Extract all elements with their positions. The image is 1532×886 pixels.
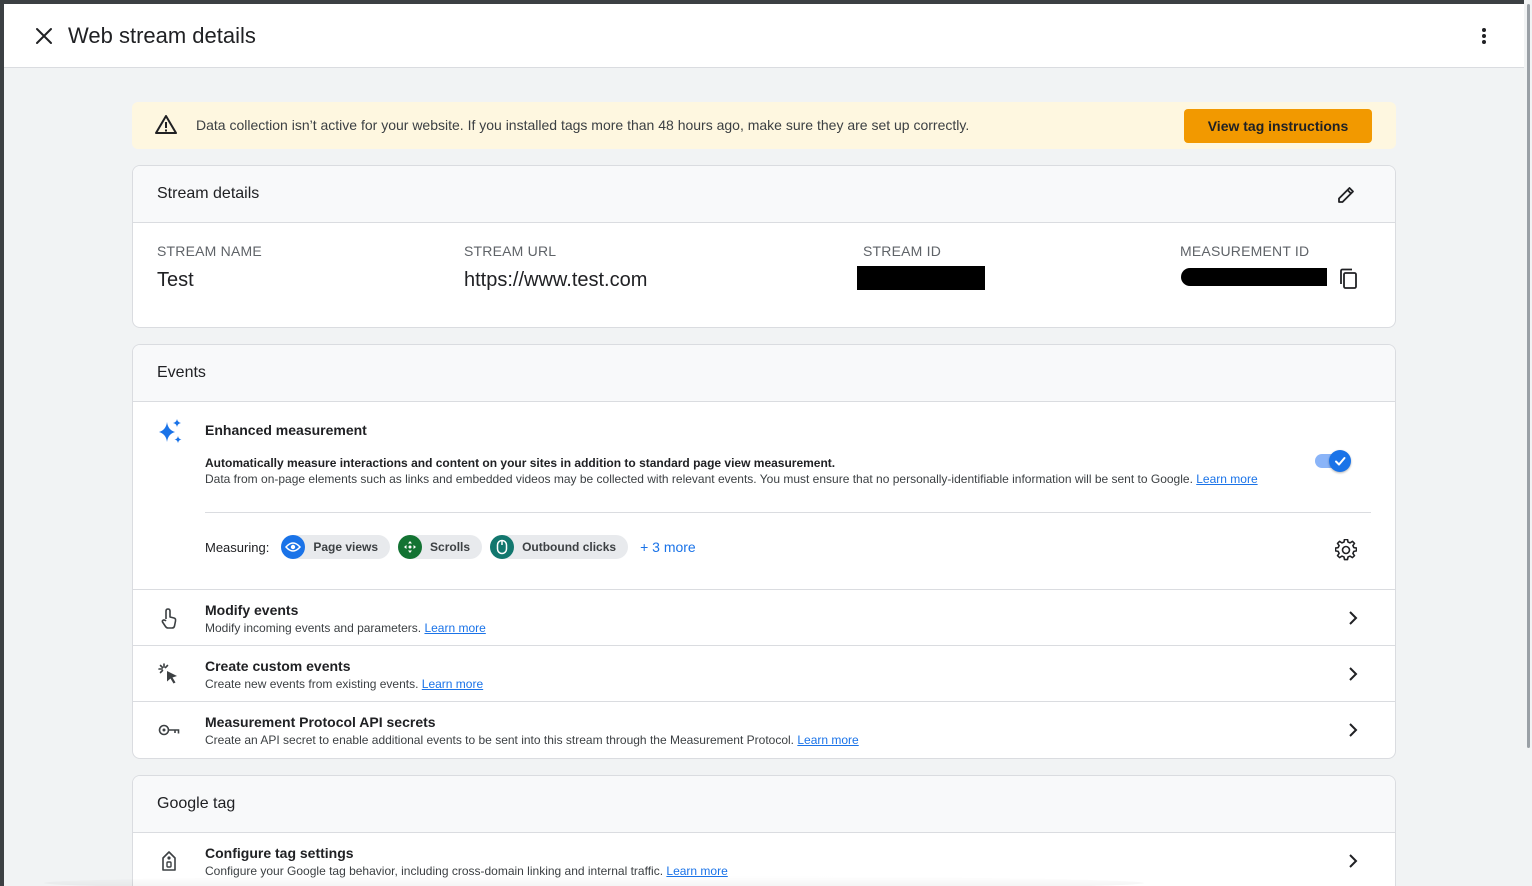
google-tag-title: Google tag: [157, 795, 236, 812]
chip-page-views[interactable]: Page views: [281, 535, 391, 559]
more-vert-icon: [1482, 28, 1486, 44]
create-custom-events-title: Create custom events: [205, 658, 351, 674]
check-icon: [1335, 457, 1346, 466]
stream-url-value: https://www.test.com: [464, 269, 648, 291]
move-icon: [398, 535, 423, 559]
eye-icon: [281, 535, 306, 559]
chevron-right-icon: [1341, 662, 1365, 686]
configure-tag-settings-title: Configure tag settings: [205, 845, 354, 861]
sparkle-cursor-icon: [157, 662, 181, 686]
toggle-knob: [1329, 450, 1351, 472]
warning-icon: [155, 115, 177, 134]
measuring-row: Measuring: Page views Scrolls Outbound c…: [205, 535, 696, 559]
chip-scrolls[interactable]: Scrolls: [398, 535, 483, 559]
stream-name-label: STREAM NAME: [157, 243, 262, 259]
copy-icon: [1340, 268, 1357, 289]
measurement-id-redacted: [1181, 268, 1327, 286]
close-icon: [36, 28, 52, 44]
key-icon: [157, 718, 181, 742]
chip-page-views-label: Page views: [313, 540, 379, 554]
chip-scrolls-label: Scrolls: [430, 540, 471, 554]
close-button[interactable]: [28, 20, 60, 52]
stream-url-field: STREAM URL https://www.test.com: [464, 243, 647, 292]
enhanced-measurement-disclaimer-text: Data from on-page elements such as links…: [205, 472, 1193, 486]
data-collection-warning-banner: Data collection isn’t active for your we…: [132, 102, 1396, 149]
enhanced-measurement-section: Enhanced measurement Automatically measu…: [133, 402, 1395, 590]
stream-details-header: Stream details: [133, 166, 1395, 223]
google-tag-card: Google tag Configure tag settings Config…: [132, 775, 1396, 886]
chevron-right-icon: [1341, 606, 1365, 630]
tag-icon: [157, 849, 181, 873]
more-measurements-link[interactable]: + 3 more: [640, 539, 696, 555]
stream-url-label: STREAM URL: [464, 243, 557, 259]
chip-outbound-clicks-label: Outbound clicks: [522, 540, 617, 554]
create-custom-events-row[interactable]: Create custom events Create new events f…: [133, 646, 1395, 702]
chevron-right-icon: [1341, 718, 1365, 742]
bottom-shadow: [44, 876, 1144, 886]
stream-id-redacted: [857, 266, 985, 290]
stream-details-card: Stream details STREAM NAME Test STREAM U…: [132, 165, 1396, 328]
measurement-id-field: MEASUREMENT ID: [1180, 243, 1309, 259]
modify-events-row[interactable]: Modify events Modify incoming events and…: [133, 590, 1395, 646]
measurement-protocol-secrets-title: Measurement Protocol API secrets: [205, 714, 436, 730]
page-title: Web stream details: [68, 23, 256, 48]
events-card: Events Enhanced measurement Automaticall…: [132, 344, 1396, 759]
sparkle-icon: [159, 419, 182, 443]
enhanced-measurement-settings-button[interactable]: [1333, 537, 1359, 563]
touch-icon: [157, 606, 181, 630]
panel-header: Web stream details: [4, 4, 1524, 68]
stream-id-label: STREAM ID: [863, 243, 942, 259]
stream-id-field: STREAM ID: [863, 243, 941, 259]
copy-measurement-id-button[interactable]: [1336, 266, 1360, 292]
enhanced-measurement-learn-more-link[interactable]: Learn more: [1196, 472, 1257, 486]
measuring-label: Measuring:: [205, 539, 270, 555]
measurement-protocol-learn-more-link[interactable]: Learn more: [797, 733, 858, 747]
enhanced-measurement-summary: Automatically measure interactions and c…: [205, 456, 836, 470]
stream-details-panel: Web stream details Data collection isn’t…: [4, 4, 1524, 886]
enhanced-measurement-disclaimer: Data from on-page elements such as links…: [205, 472, 1295, 487]
stream-details-title: Stream details: [157, 185, 260, 202]
chip-outbound-clicks[interactable]: Outbound clicks: [490, 535, 629, 559]
google-tag-header: Google tag: [133, 776, 1395, 833]
measurement-protocol-secrets-row[interactable]: Measurement Protocol API secrets Create …: [133, 702, 1395, 758]
more-options-button[interactable]: [1468, 20, 1500, 52]
enhanced-measurement-title: Enhanced measurement: [205, 422, 367, 438]
scrollbar-track[interactable]: [1524, 0, 1532, 886]
scrollbar-thumb[interactable]: [1527, 4, 1530, 748]
modify-events-learn-more-link[interactable]: Learn more: [424, 621, 485, 635]
measurement-id-label: MEASUREMENT ID: [1180, 243, 1310, 259]
enhanced-measurement-toggle[interactable]: [1314, 448, 1352, 472]
gear-icon: [1335, 539, 1357, 561]
modify-events-title: Modify events: [205, 602, 299, 618]
events-title: Events: [157, 364, 206, 381]
banner-message: Data collection isn’t active for your we…: [196, 117, 970, 133]
events-header: Events: [133, 345, 1395, 402]
chevron-right-icon: [1341, 849, 1365, 873]
create-custom-events-subtitle: Create new events from existing events. …: [205, 677, 483, 691]
modify-events-subtitle: Modify incoming events and parameters. L…: [205, 621, 486, 635]
stream-name-field: STREAM NAME Test: [157, 243, 262, 292]
view-tag-instructions-button[interactable]: View tag instructions: [1184, 109, 1372, 143]
modify-events-subtitle-text: Modify incoming events and parameters.: [205, 621, 422, 635]
pencil-icon: [1338, 187, 1354, 203]
edit-stream-button[interactable]: [1333, 182, 1359, 208]
measurement-protocol-secrets-subtitle-text: Create an API secret to enable additiona…: [205, 733, 795, 747]
create-custom-events-learn-more-link[interactable]: Learn more: [422, 677, 483, 691]
stream-name-value: Test: [157, 269, 194, 291]
mouse-icon: [490, 535, 515, 559]
measurement-protocol-secrets-subtitle: Create an API secret to enable additiona…: [205, 733, 859, 747]
create-custom-events-subtitle-text: Create new events from existing events.: [205, 677, 419, 691]
section-divider: [205, 512, 1371, 513]
